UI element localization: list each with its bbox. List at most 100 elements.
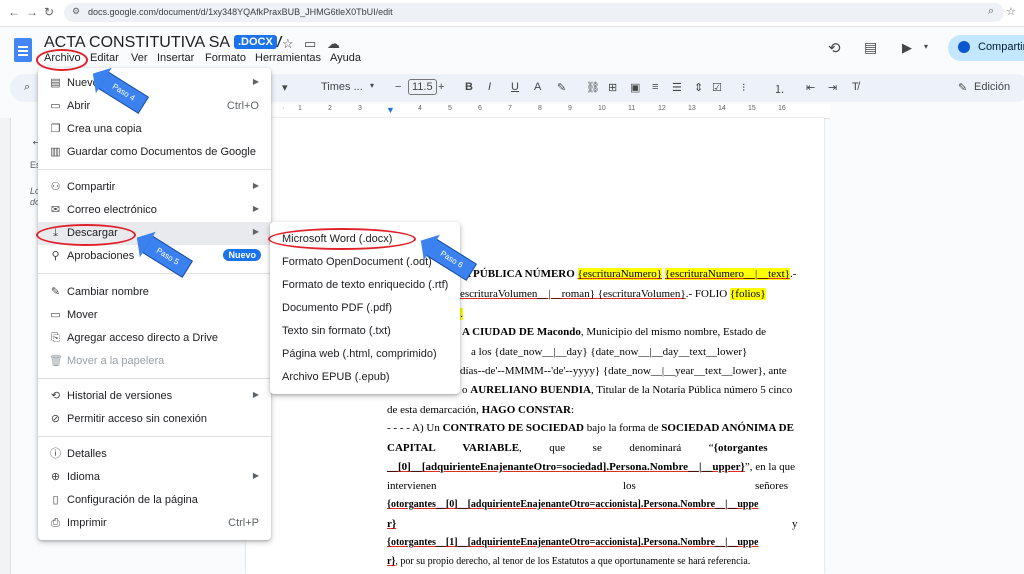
info-icon: ⓘ: [50, 448, 61, 460]
share-person-icon: ⚇: [50, 181, 61, 193]
forward-icon[interactable]: →: [26, 5, 38, 19]
submenu-arrow-icon: ▶: [252, 390, 259, 399]
doc-line: CAPITAL VARIABLE, que se denominará “{ot…: [387, 442, 768, 454]
lock-icon: [958, 41, 970, 53]
link-icon[interactable]: ⛓: [586, 81, 600, 94]
menu-item-mover[interactable]: ▭ Mover: [38, 304, 271, 327]
doc-line: 'días--de'--MMMM--'de'--yyyy} {date_now_…: [458, 365, 787, 377]
menu-ver[interactable]: Ver: [131, 52, 148, 64]
menu-insertar[interactable]: Insertar: [157, 52, 194, 64]
menu-item-imprimir[interactable]: ⎙ Imprimir Ctrl+P: [38, 512, 271, 535]
menu-ayuda[interactable]: Ayuda: [330, 52, 361, 64]
menu-item-papelera[interactable]: 🗑 Mover a la papelera: [38, 350, 271, 373]
comments-icon[interactable]: ▤: [864, 39, 877, 56]
bold-icon[interactable]: B: [465, 81, 473, 93]
menu-item-historial[interactable]: ⟲ Historial de versiones ▶: [38, 385, 271, 408]
menu-item-compartir[interactable]: ⚇ Compartir ▶: [38, 176, 271, 199]
menu-item-detalles[interactable]: ⓘ Detalles: [38, 443, 271, 466]
trash-icon: 🗑: [49, 355, 63, 367]
font-selector[interactable]: Times ...: [321, 81, 363, 93]
cloud-status-icon[interactable]: ☁: [327, 36, 340, 52]
version-history-icon[interactable]: ⟲: [828, 39, 841, 57]
download-html[interactable]: Página web (.html, comprimido): [270, 344, 460, 366]
text-color-icon[interactable]: A: [534, 81, 541, 93]
decrease-indent-icon[interactable]: ⇤: [806, 81, 815, 94]
vertical-ruler: [0, 118, 11, 574]
menu-item-crea-copia[interactable]: ❐ Crea una copia: [38, 118, 271, 141]
history-icon: ⟲: [50, 390, 61, 402]
page-setup-icon: ▯: [52, 494, 59, 506]
menu-item-idioma[interactable]: ⊕ Idioma ▶: [38, 466, 271, 489]
approvals-icon: ⚲: [51, 250, 60, 262]
globe-icon: ⊕: [50, 471, 61, 483]
drive-shortcut-icon: ⎘: [51, 332, 60, 344]
line-spacing-icon[interactable]: ☰: [672, 81, 682, 94]
share-button[interactable]: Compartir: [948, 35, 1024, 61]
submenu-arrow-icon: ▶: [252, 227, 259, 236]
move-folder-icon[interactable]: ▭: [304, 36, 316, 52]
download-rtf[interactable]: Formato de texto enriquecido (.rtf): [270, 275, 460, 297]
underline-icon[interactable]: U: [511, 81, 519, 93]
reload-icon[interactable]: ↻: [44, 5, 54, 19]
docs-logo-icon[interactable]: [14, 38, 32, 62]
checklist-icon[interactable]: ☑: [712, 81, 722, 94]
menu-item-guardar-google[interactable]: ▥ Guardar como Documentos de Google: [38, 141, 271, 164]
meet-dropdown-icon[interactable]: ▾: [924, 42, 928, 51]
menu-item-abrir[interactable]: ▭ Abrir Ctrl+O: [38, 95, 271, 118]
download-pdf[interactable]: Documento PDF (.pdf): [270, 298, 460, 320]
increase-font-icon[interactable]: +: [438, 81, 444, 93]
new-badge: Nuevo: [223, 249, 261, 261]
doc-line: r}: [387, 518, 397, 530]
search-menus-icon[interactable]: ⌕: [24, 81, 30, 94]
indent-marker-icon: ▼: [386, 105, 395, 115]
clear-format-icon[interactable]: T̸: [852, 81, 859, 93]
decrease-font-icon[interactable]: −: [395, 81, 401, 93]
doc-line: {otorgantes__[1]__[adquirienteEnajenante…: [387, 537, 759, 548]
numbered-list-icon[interactable]: ⒈: [774, 81, 785, 97]
menu-formato[interactable]: Formato: [205, 52, 246, 64]
font-dropdown-icon[interactable]: ▾: [370, 81, 374, 90]
style-dropdown-icon[interactable]: ▾: [282, 81, 288, 94]
doc-line: de esta demarcación, HAGO CONSTAR:: [387, 404, 575, 416]
folder-icon: ▭: [50, 100, 61, 112]
menu-divider: [38, 273, 271, 274]
menu-herramientas[interactable]: Herramientas: [255, 52, 321, 64]
increase-indent-icon[interactable]: ⇥: [828, 81, 837, 94]
menu-item-correo[interactable]: ✉ Correo electrónico ▶: [38, 199, 271, 222]
comment-add-icon[interactable]: ⊞: [608, 81, 617, 94]
menu-item-cambiar-nombre[interactable]: ✎ Cambiar nombre: [38, 281, 271, 304]
menu-item-nuevo[interactable]: ▤ Nuevo ▶: [38, 72, 271, 95]
image-icon[interactable]: ▣: [630, 81, 640, 94]
bullet-list-icon[interactable]: ⁝: [742, 81, 746, 94]
doc-line: {otorgantes__[0]__[adquirienteEnajenante…: [387, 499, 759, 510]
menu-item-acceso-directo[interactable]: ⎘ Agregar acceso directo a Drive: [38, 327, 271, 350]
spacing-icon[interactable]: ⇕: [694, 81, 703, 94]
meet-icon[interactable]: ▶: [902, 40, 912, 56]
zoom-icon[interactable]: ⌕: [988, 5, 994, 18]
move-folder-icon: ▭: [50, 309, 61, 321]
step5-highlight-ring: [36, 224, 136, 246]
download-txt[interactable]: Texto sin formato (.txt): [270, 321, 460, 343]
align-icon[interactable]: ≡: [652, 81, 658, 93]
menu-item-config-pagina[interactable]: ▯ Configuración de la página: [38, 489, 271, 512]
highlight-icon[interactable]: ✎: [557, 81, 566, 94]
submenu-arrow-icon: ▶: [252, 77, 259, 86]
menu-divider: [38, 169, 271, 170]
edit-mode-label[interactable]: Edición: [974, 81, 1010, 93]
menu-item-sin-conexion[interactable]: ⊘ Permitir acceso sin conexión: [38, 408, 271, 431]
italic-icon[interactable]: I: [488, 81, 491, 93]
site-settings-icon[interactable]: ⚙: [72, 6, 80, 17]
star-icon[interactable]: ☆: [282, 36, 294, 52]
submenu-arrow-icon: ▶: [252, 181, 259, 190]
step4-highlight-ring: [36, 49, 88, 71]
doc-line: los: [623, 480, 636, 492]
font-size-input[interactable]: 11.5: [408, 79, 437, 95]
doc-line: a los {date_now__|__day} {date_now__|__d…: [471, 346, 748, 358]
edit-mode-icon[interactable]: ✎: [958, 81, 967, 94]
doc-line: escrituraVolumen__|__roman} {escrituraVo…: [460, 288, 766, 300]
download-epub[interactable]: Archivo EPUB (.epub): [270, 367, 460, 389]
back-icon[interactable]: ←: [8, 5, 20, 19]
bookmark-star-icon[interactable]: ☆: [1006, 5, 1016, 18]
ruler[interactable]: · 1 2 3 ▼ 4 5 6 7 8 9 10 11 12 13 14 15 …: [270, 104, 830, 119]
menu-divider: [38, 378, 271, 379]
